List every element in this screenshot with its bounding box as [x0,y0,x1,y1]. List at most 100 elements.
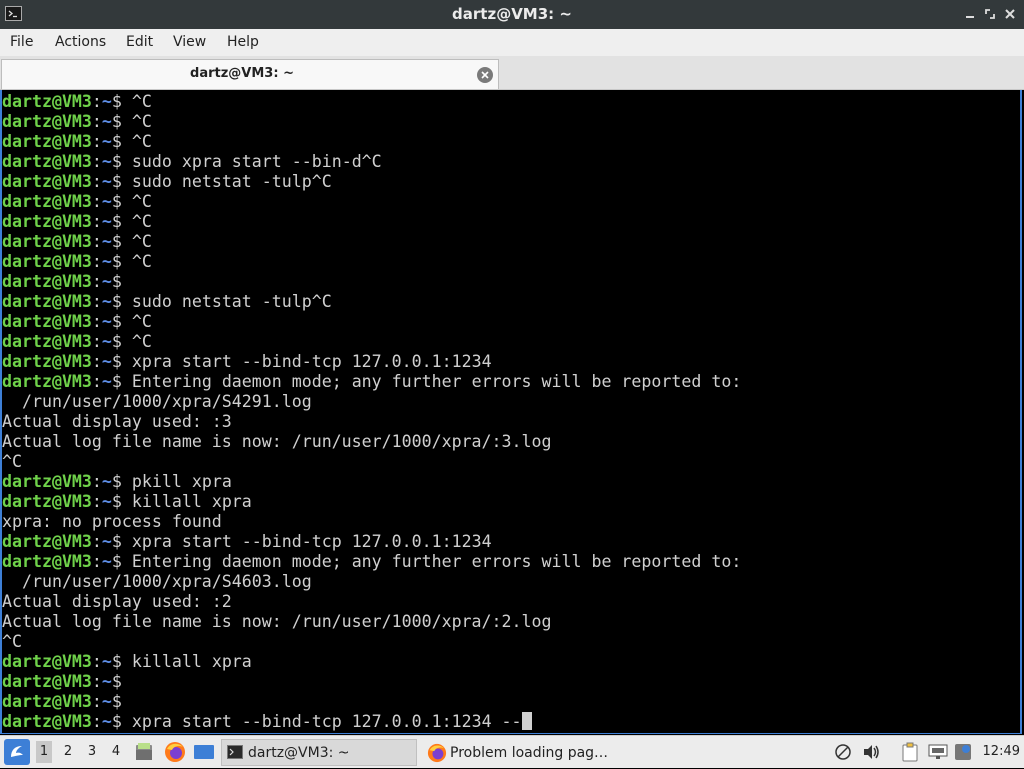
prompt-separator: : [91,532,102,551]
terminal-icon [227,745,243,759]
prompt-separator: : [91,352,102,371]
prompt-symbol: $ [111,232,132,251]
prompt-user: dartz@VM3 [2,492,92,511]
workspace-1[interactable]: 1 [36,741,52,763]
title-bar[interactable]: dartz@VM3: ~ [0,0,1024,29]
prompt-symbol: $ [111,332,132,351]
minimize-icon[interactable] [962,6,978,22]
prompt-user: dartz@VM3 [2,152,92,171]
prompt-user: dartz@VM3 [2,712,92,731]
volume-icon[interactable] [863,744,881,760]
prompt-separator: : [91,672,102,691]
prompt-path: ~ [101,552,112,571]
display-off-icon[interactable] [835,744,851,760]
terminal-line: dartz@VM3:~$ ^C [2,232,741,252]
menu-file[interactable]: File [10,34,33,50]
prompt-path: ~ [101,252,112,271]
prompt-symbol: $ [111,372,132,391]
close-icon[interactable] [1002,6,1018,22]
terminal-line: dartz@VM3:~$ [2,692,741,712]
prompt-user: dartz@VM3 [2,112,92,131]
prompt-path: ~ [101,192,112,211]
file-manager-icon[interactable] [135,742,153,762]
menu-help[interactable]: Help [227,34,259,50]
terminal-line: dartz@VM3:~$ ^C [2,192,741,212]
command-text: ^C [131,112,152,131]
prompt-user: dartz@VM3 [2,252,92,271]
prompt-symbol: $ [111,312,132,331]
prompt-path: ~ [101,212,112,231]
start-menu-icon[interactable] [4,739,30,765]
terminal-line: /run/user/1000/xpra/S4291.log [2,392,741,412]
menu-view[interactable]: View [173,34,206,50]
prompt-symbol: $ [111,132,132,151]
update-notifier-icon[interactable] [954,743,972,761]
terminal-line: Actual display used: :2 [2,592,741,612]
terminal-view[interactable]: dartz@VM3:~$ ^C dartz@VM3:~$ ^C dartz@VM3:… [0,90,1022,734]
workspace-2[interactable]: 2 [60,744,76,759]
task-firefox-label: Problem loading pag… [450,745,609,761]
prompt-path: ~ [101,672,112,691]
output-text: Actual log file name is now: /run/user/1… [2,432,552,451]
show-desktop-icon[interactable] [193,743,215,761]
prompt-symbol: $ [111,252,132,271]
prompt-user: dartz@VM3 [2,92,92,111]
prompt-path: ~ [101,132,112,151]
terminal-line: dartz@VM3:~$ xpra start --bind-tcp 127.0… [2,532,741,552]
workspace-3[interactable]: 3 [84,744,100,759]
task-terminal[interactable]: dartz@VM3: ~ [221,739,417,766]
terminal-line: /run/user/1000/xpra/S4603.log [2,572,741,592]
taskbar: 1 2 3 4 dartz@VM3: ~ Problem loading pag… [0,735,1024,768]
workspace-4[interactable]: 4 [108,744,124,759]
command-text: ^C [131,232,152,251]
terminal-line: dartz@VM3:~$ sudo xpra start --bin-d^C [2,152,741,172]
terminal-line: Actual display used: :3 [2,412,741,432]
prompt-separator: : [91,212,102,231]
firefox-icon[interactable] [164,741,186,763]
tab-label: dartz@VM3: ~ [190,66,294,81]
terminal-line: dartz@VM3:~$ ^C [2,112,741,132]
prompt-user: dartz@VM3 [2,372,92,391]
prompt-path: ~ [101,532,112,551]
terminal-line: dartz@VM3:~$ ^C [2,212,741,232]
prompt-user: dartz@VM3 [2,232,92,251]
menu-actions[interactable]: Actions [55,34,106,50]
prompt-symbol: $ [111,92,132,111]
maximize-icon[interactable] [982,6,998,22]
prompt-path: ~ [101,292,112,311]
prompt-user: dartz@VM3 [2,352,92,371]
command-text: ^C [131,192,152,211]
prompt-path: ~ [101,112,112,131]
output-text: ^C [2,632,22,651]
output-text: /run/user/1000/xpra/S4603.log [2,572,312,591]
prompt-path: ~ [101,652,112,671]
tab-close-icon[interactable] [477,67,493,83]
prompt-user: dartz@VM3 [2,192,92,211]
terminal-line: ^C [2,452,741,472]
output-text: Actual display used: :3 [2,412,232,431]
prompt-separator: : [91,112,102,131]
menu-edit[interactable]: Edit [126,34,153,50]
prompt-path: ~ [101,472,112,491]
prompt-symbol: $ [111,212,132,231]
prompt-symbol: $ [111,532,132,551]
prompt-path: ~ [101,272,112,291]
tab-terminal[interactable]: dartz@VM3: ~ [1,59,499,89]
terminal-line: dartz@VM3:~$ [2,272,741,292]
prompt-symbol: $ [111,712,132,731]
terminal-line: xpra: no process found [2,512,741,532]
terminal-line: dartz@VM3:~$ xpra start --bind-tcp 127.0… [2,352,741,372]
terminal-line: dartz@VM3:~$ sudo netstat -tulp^C [2,172,741,192]
terminal-line: dartz@VM3:~$ ^C [2,92,741,112]
terminal-line: dartz@VM3:~$ ^C [2,332,741,352]
prompt-separator: : [91,232,102,251]
network-icon[interactable] [928,744,948,760]
prompt-user: dartz@VM3 [2,212,92,231]
clock[interactable]: 12:49 [983,744,1020,759]
command-text: xpra start --bind-tcp 127.0.0.1:1234 [131,352,492,371]
terminal-line: dartz@VM3:~$ ^C [2,132,741,152]
clipboard-icon[interactable] [902,742,918,762]
output-text: Actual log file name is now: /run/user/1… [2,612,552,631]
task-firefox[interactable]: Problem loading pag… [421,739,617,766]
command-text: ^C [131,212,152,231]
